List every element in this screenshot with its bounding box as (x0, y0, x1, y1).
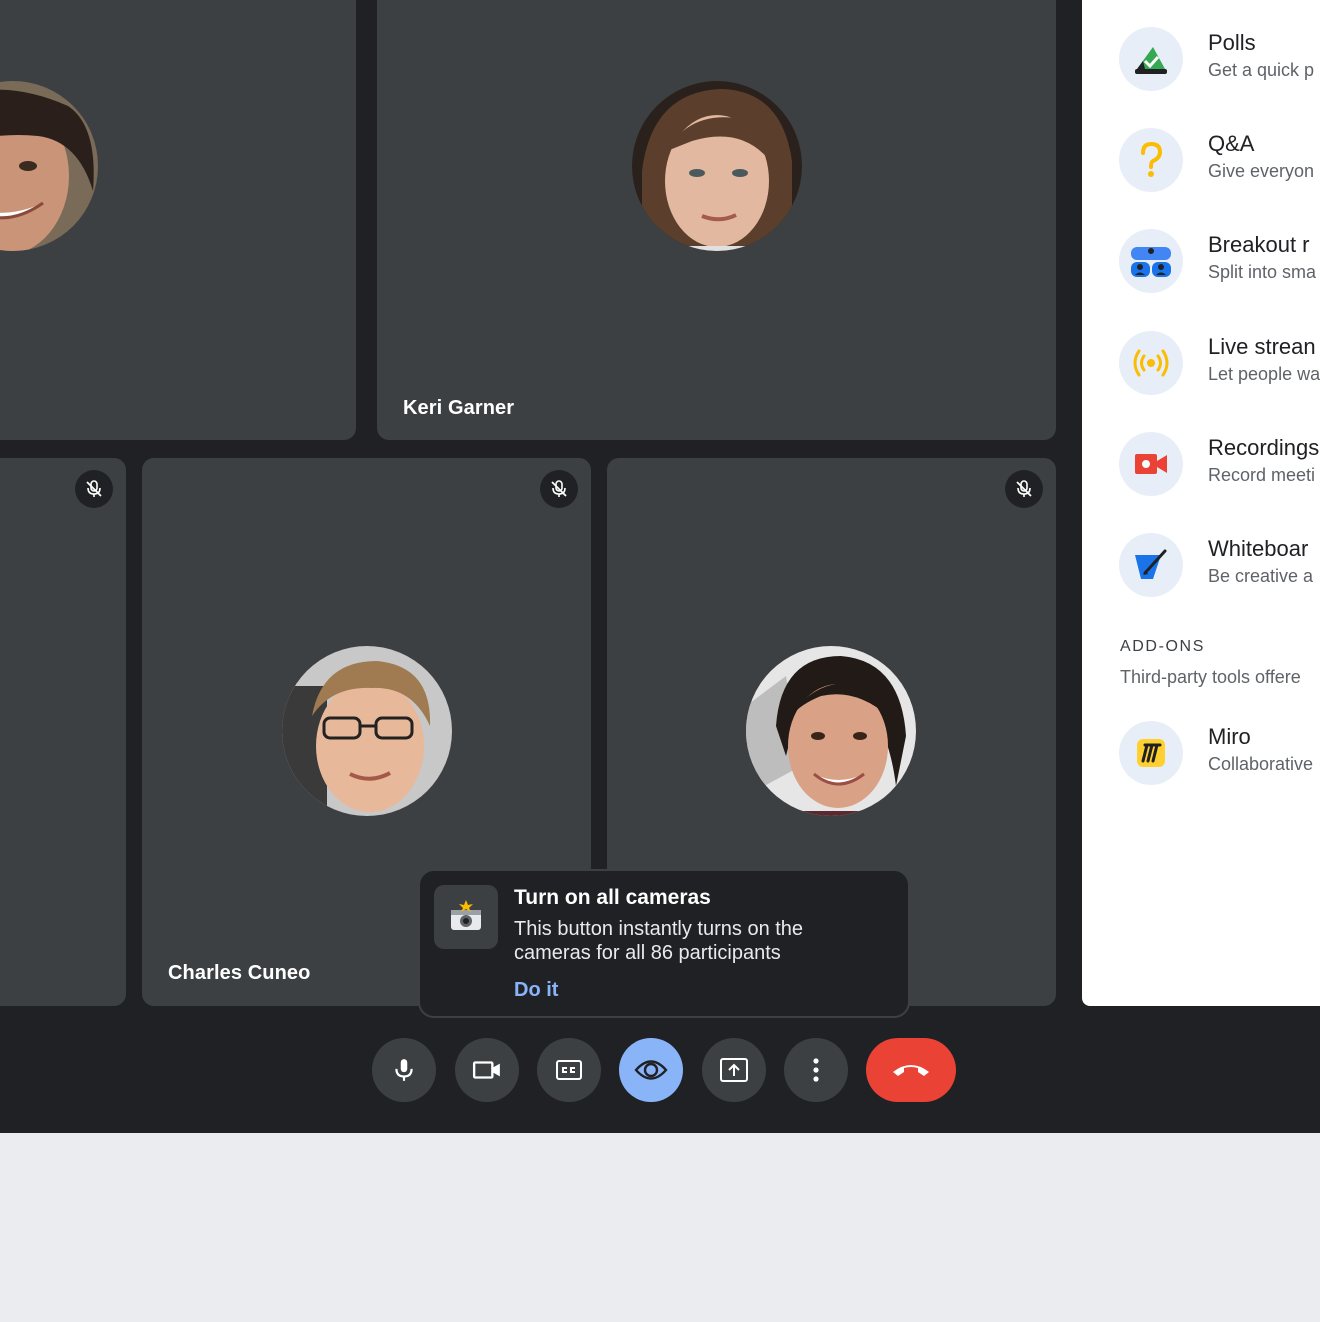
activity-title: Polls (1208, 30, 1256, 55)
participant-avatar (746, 646, 916, 816)
do-it-button[interactable]: Do it (514, 979, 558, 1002)
miro-icon (1119, 721, 1183, 785)
meeting-stage: Keri Garner Charles Cuneo Polls Get a qu… (0, 0, 1320, 1133)
camera-flash-icon (434, 885, 498, 949)
participant-tile[interactable] (0, 458, 126, 1006)
muted-mic-icon (1005, 470, 1043, 508)
activities-panel: Polls Get a quick p Q&A Give everyon Bre… (1082, 0, 1320, 1006)
addon-miro[interactable]: Miro Collaborative (1082, 721, 1320, 785)
activity-subtitle: Record meeti (1208, 465, 1316, 485)
eye-icon (634, 1060, 668, 1080)
end-call-button[interactable] (866, 1038, 956, 1102)
activity-qa[interactable]: Q&A Give everyon (1082, 128, 1320, 192)
toast-body: This button instantly turns on the camer… (514, 918, 804, 964)
participant-tile[interactable]: Keri Garner (377, 0, 1056, 440)
more-options-button[interactable] (784, 1038, 848, 1102)
captions-button[interactable] (537, 1038, 601, 1102)
activity-title: Live strean (1208, 334, 1316, 359)
muted-mic-icon (75, 470, 113, 508)
mic-button[interactable] (372, 1038, 436, 1102)
participant-avatar (282, 646, 452, 816)
activity-subtitle: Get a quick p (1208, 60, 1315, 80)
turn-on-cameras-toast: Turn on all cameras This button instantl… (418, 869, 910, 1018)
polls-icon (1119, 27, 1183, 91)
activity-whiteboard[interactable]: Whiteboar Be creative a (1082, 533, 1320, 597)
addons-heading: ADD-ONS (1120, 638, 1205, 655)
activity-recording[interactable]: Recordings Record meeti (1082, 432, 1320, 496)
activity-title: Whiteboar (1208, 536, 1309, 561)
activity-title: Breakout r (1208, 232, 1310, 257)
activity-subtitle: Give everyon (1208, 161, 1315, 181)
activity-subtitle: Be creative a (1208, 566, 1314, 586)
activity-live-stream[interactable]: Live strean Let people wa (1082, 331, 1320, 395)
participant-avatar (0, 81, 98, 251)
addons-subtitle: Third-party tools offere (1120, 667, 1301, 687)
breakout-rooms-icon (1119, 229, 1183, 293)
participant-avatar (632, 81, 802, 251)
more-icon (813, 1058, 819, 1082)
activity-subtitle: Let people wa (1208, 364, 1320, 384)
live-stream-icon (1119, 331, 1183, 395)
addon-subtitle: Collaborative (1208, 754, 1314, 774)
activity-title: Recordings (1208, 435, 1320, 460)
present-button[interactable] (702, 1038, 766, 1102)
camera-button[interactable] (455, 1038, 519, 1102)
participant-name: Charles Cuneo (168, 962, 311, 984)
recording-icon (1119, 432, 1183, 496)
activity-title: Q&A (1208, 131, 1255, 156)
present-icon (720, 1058, 748, 1082)
toast-title: Turn on all cameras (514, 886, 711, 909)
mic-icon (395, 1059, 413, 1081)
qa-icon (1119, 128, 1183, 192)
view-button[interactable] (619, 1038, 683, 1102)
captions-icon (556, 1060, 582, 1080)
addon-title: Miro (1208, 724, 1251, 749)
camera-icon (472, 1061, 500, 1079)
activity-polls[interactable]: Polls Get a quick p (1082, 27, 1320, 91)
muted-mic-icon (540, 470, 578, 508)
activity-subtitle: Split into sma (1208, 262, 1317, 282)
participant-name: Keri Garner (403, 397, 515, 419)
activity-breakout-rooms[interactable]: Breakout r Split into sma (1082, 229, 1320, 293)
end-call-icon (893, 1065, 929, 1076)
whiteboard-icon (1119, 533, 1183, 597)
participant-tile[interactable] (0, 0, 356, 440)
